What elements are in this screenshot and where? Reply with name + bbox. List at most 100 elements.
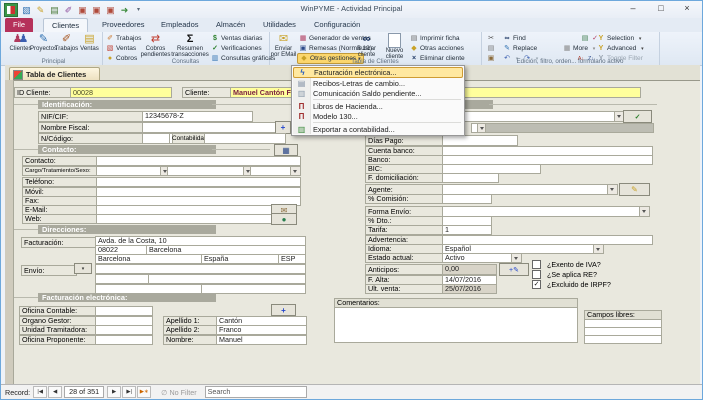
tab-empleados[interactable]: Empleados xyxy=(153,18,207,32)
imprimir-ficha-button[interactable]: ▤ Imprimir ficha xyxy=(410,34,460,43)
group-consultas: ✐ Trabajos ▧ Ventas ● Cobros ⇄ Cobros pe… xyxy=(102,32,270,65)
codigo-pais-field[interactable]: ESP xyxy=(278,254,306,264)
close-button[interactable]: × xyxy=(674,1,700,16)
cut-button[interactable]: ✂ xyxy=(487,34,495,43)
envio-direccion-field[interactable] xyxy=(95,264,306,274)
envio-poblacion-field[interactable] xyxy=(148,274,306,284)
sexo-combo[interactable] xyxy=(250,166,301,176)
ventas-diarias-button[interactable]: $ Ventas diarias xyxy=(211,34,262,43)
web-label: Web: xyxy=(22,214,100,224)
pais-field[interactable]: España xyxy=(201,254,282,264)
tab-configuracion[interactable]: Configuración xyxy=(306,18,368,32)
copy-button[interactable]: ▤ xyxy=(487,44,495,53)
add-button[interactable]: + xyxy=(271,304,296,316)
tab-almacen[interactable]: Almacén xyxy=(208,18,253,32)
consulta-ventas-button[interactable]: ▧ Ventas xyxy=(106,44,136,53)
menu-item-facturacion-electronica[interactable]: ϟ Facturación electrónica... xyxy=(293,67,463,78)
tab-file[interactable]: File xyxy=(5,18,33,32)
note-icon: ▥ xyxy=(296,89,307,98)
contacto-field[interactable] xyxy=(96,156,301,166)
excluido-irpf-checkbox[interactable]: ✓ xyxy=(532,280,541,289)
se-aplica-re-checkbox[interactable] xyxy=(532,270,541,279)
web-field[interactable] xyxy=(96,214,275,224)
nombre-field[interactable]: Manuel xyxy=(216,335,307,345)
combo-arrow[interactable] xyxy=(511,254,521,262)
comentarios-field[interactable] xyxy=(334,307,578,343)
copy-address-button[interactable]: ▾ xyxy=(74,263,92,274)
combo-arrow[interactable] xyxy=(290,167,300,175)
minimize-button[interactable]: – xyxy=(620,1,646,16)
comision-field[interactable] xyxy=(442,194,492,204)
dias-pago-field[interactable] xyxy=(442,135,518,146)
f-domiciliacion-field[interactable] xyxy=(442,173,499,183)
edit-agente-button[interactable]: ✎ xyxy=(619,183,650,196)
cargo-label: Cargo/Tratamiento/Sexo: xyxy=(22,166,100,176)
nombre-fiscal-field[interactable] xyxy=(142,122,278,133)
menu-item-libros-hacienda[interactable]: Π Libros de Hacienda... xyxy=(293,101,463,111)
oficina-proponente-field[interactable] xyxy=(95,335,153,345)
search-input[interactable]: Search xyxy=(205,386,307,398)
more-button[interactable]: ▦ More ▾ xyxy=(563,44,598,53)
envio-cp-field[interactable] xyxy=(95,274,152,284)
section-direcciones: Direcciones: xyxy=(38,225,216,234)
estado-actual-combo[interactable]: Activo xyxy=(442,253,522,263)
cargo-combo[interactable] xyxy=(96,166,171,176)
oficina-contable-field[interactable] xyxy=(95,306,153,316)
combo-arrow[interactable] xyxy=(639,207,649,216)
funnel-icon: Y xyxy=(597,35,605,43)
combo-arrow[interactable] xyxy=(607,185,617,194)
nif-field[interactable]: 12345678-Z xyxy=(142,111,253,122)
grupo-combo[interactable] xyxy=(442,111,625,122)
replace-button[interactable]: ✎ Replace xyxy=(503,44,537,53)
next-record-button[interactable]: ▶ xyxy=(107,386,121,398)
add-anticipo-button[interactable]: +✎ xyxy=(499,263,529,276)
previous-record-button[interactable]: ◀ xyxy=(48,386,62,398)
tab-utilidades[interactable]: Utilidades xyxy=(255,18,304,32)
record-position[interactable]: 28 of 351 xyxy=(64,386,104,398)
tab-tabla-de-clientes[interactable]: Tabla de Clientes xyxy=(9,67,100,81)
telefono-label: Teléfono: xyxy=(22,177,100,187)
advanced-button[interactable]: Y Advanced ▾ xyxy=(597,44,646,53)
button-label: Ventas diarias xyxy=(221,35,262,42)
selection-button[interactable]: Y Selection ▾ xyxy=(597,34,644,43)
nif-label: NIF/CIF: xyxy=(38,111,146,122)
actions-icon: ◆ xyxy=(410,45,418,53)
id-cliente-field[interactable]: 00028 xyxy=(70,87,172,98)
menu-item-comunicacion-saldo[interactable]: ▥ Comunicación Saldo pendiente... xyxy=(293,88,463,98)
menu-item-exportar-contabilidad[interactable]: ▥ Exportar a contabilidad... xyxy=(293,124,463,134)
record-selector-strip[interactable] xyxy=(5,80,14,385)
dias-pago-label: Días Pago: xyxy=(365,135,446,146)
refresh-groups-button[interactable]: ✓ xyxy=(623,110,652,123)
new-record-button[interactable]: ▶∗ xyxy=(137,386,151,398)
campo-libre-field[interactable] xyxy=(584,335,662,344)
open-web-button[interactable]: ● xyxy=(271,213,297,225)
first-record-button[interactable]: |◀ xyxy=(33,386,47,398)
menu-item-label: Comunicación Saldo pendiente... xyxy=(313,89,421,98)
combo-arrow[interactable] xyxy=(593,245,603,253)
envio-label: Envío: xyxy=(21,265,77,276)
otras-acciones-button[interactable]: ◆ Otras acciones xyxy=(410,44,464,53)
last-record-button[interactable]: ▶| xyxy=(122,386,136,398)
tarifa-field[interactable]: 1 xyxy=(442,225,492,235)
button-label: Imprimir ficha xyxy=(420,35,460,42)
unidad-tramitadora-field[interactable] xyxy=(95,325,153,335)
dollar-icon: $ xyxy=(211,35,219,43)
tratamiento-combo[interactable] xyxy=(167,166,254,176)
tab-clientes[interactable]: Clientes xyxy=(43,18,88,33)
envio-pais-field[interactable] xyxy=(201,284,306,294)
filter-status[interactable]: No Filter xyxy=(169,388,196,397)
exento-iva-checkbox[interactable] xyxy=(532,260,541,269)
verificaciones-button[interactable]: ✓ Verificaciones xyxy=(211,44,262,53)
group-edicion: ✂ ▤ ▣ ∞ Find ✎ Replace ↶ ▾ ↷ ▾ xyxy=(481,32,660,65)
menu-item-modelo-130[interactable]: Π Modelo 130... xyxy=(293,111,463,121)
contabilidad-field[interactable] xyxy=(204,133,286,144)
consulta-trabajos-button[interactable]: ✐ Trabajos xyxy=(106,34,141,43)
provincia-field[interactable]: Barcelona xyxy=(95,254,205,264)
telefono-field[interactable] xyxy=(96,177,301,187)
apellido2-field[interactable]: Franco xyxy=(216,325,307,335)
maximize-button[interactable]: □ xyxy=(648,1,674,16)
find-button[interactable]: ∞ Find xyxy=(503,34,526,43)
tab-proveedores[interactable]: Proveedores xyxy=(94,18,153,32)
contacts-table-button[interactable]: ▦ xyxy=(274,144,298,156)
menu-item-recibos-letras[interactable]: ▤ Recibos-Letras de cambio... xyxy=(293,78,463,88)
